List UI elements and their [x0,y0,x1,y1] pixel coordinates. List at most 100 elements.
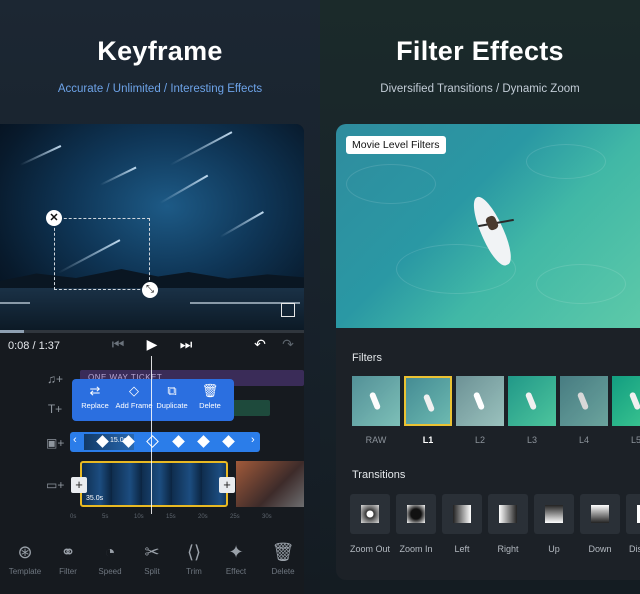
keyframe-marker-active[interactable] [146,435,159,448]
close-icon[interactable]: ✕ [46,210,62,226]
skip-back-icon[interactable]: ⏮ [108,336,128,353]
keyframe-selection-box[interactable] [54,218,150,290]
video-clip-duration: 35.0s [86,495,104,502]
trash-icon: 🗑 [271,542,295,562]
keyframe-title: Keyframe [97,36,223,66]
filters-heading: Filters [352,352,382,364]
transition-down[interactable] [580,494,620,534]
filter-l1[interactable] [404,376,452,426]
keyframe-subtitle: Accurate / Unlimited / Interesting Effec… [57,83,263,95]
ocean-preview[interactable]: Movie Level Filters [336,124,640,328]
tool-delete[interactable]: 🗑 Delete [262,540,304,576]
filter-icon: ⚭ [60,542,76,562]
ruler-tick: 5s [102,514,109,520]
tool-effect[interactable]: ✦ Effect [215,540,257,576]
play-icon[interactable]: ▶ [142,336,162,353]
transition-label: Zoom In [399,544,433,554]
replace-button[interactable]: ⇄ Replace [76,383,114,410]
playback-time: 0:08 / 1:37 [8,340,60,352]
filter-l3[interactable] [508,376,556,426]
filter-l2[interactable] [456,376,504,426]
tool-template[interactable]: ⊛ Template [4,540,46,576]
duplicate-button[interactable]: ⧉ Duplicate [153,383,191,410]
meteor-streak [159,174,209,204]
keyframe-marker[interactable] [197,435,210,448]
tool-split[interactable]: ✂ Split [131,540,173,576]
playback-progress[interactable] [0,330,304,333]
transition-label: Zoom Out [349,544,390,554]
filter-thumb-board [524,391,538,411]
left-icon [453,505,471,523]
filter-thumb-board [472,391,486,411]
trim-icon: ⟨⟩ [186,542,202,562]
add-clip-before-icon[interactable]: + [71,477,87,493]
ruler-tick: 30s [262,514,272,520]
transition-dissolve[interactable] [626,494,640,534]
transition-label: Right [497,544,519,554]
chevron-left-icon[interactable]: ‹ [73,434,77,446]
filter-thumb-board [422,393,436,413]
meteor-streak [219,211,264,238]
transitions-heading: Transitions [352,469,406,481]
video-track-icon[interactable]: ▭+ [46,478,64,492]
filter-label: L3 [526,435,537,445]
ruler-tick: 15s [166,514,176,520]
filter-label: L4 [578,435,589,445]
meteor-streak [99,166,137,186]
ruler-tick: 0s [70,514,77,520]
down-icon [591,505,609,523]
speed-icon: ◔ [104,542,116,562]
filter-effects-panel: Filter Effects Diversified Transitions /… [320,0,640,594]
filter-label: RAW [365,435,387,445]
filter-l5[interactable] [612,376,640,426]
text-track-icon[interactable]: T+ [46,402,64,416]
keyframe-marker[interactable] [172,435,185,448]
filter-effects-subtitle: Diversified Transitions / Dynamic Zoom [380,83,580,95]
replace-icon: ⇄ [89,383,101,398]
add-clip-after-icon[interactable]: + [219,477,235,493]
sticker-track-icon[interactable]: ▣+ [46,436,64,450]
keyframe-panel: Keyframe Accurate / Unlimited / Interest… [0,0,320,594]
video-preview[interactable]: ✕ ⤡ [0,124,304,330]
keyframe-marker[interactable] [222,435,235,448]
up-icon [545,505,563,523]
selected-video-clip[interactable]: 35.0s [80,461,228,507]
bottom-toolbar: ⊛ Template ⚭ Filter ◔ Speed ✂ Split ⟨⟩ T… [0,534,304,594]
clip-action-popup: ⇄ Replace ◇ Add Frame ⧉ Duplicate 🗑 Dele… [72,379,234,421]
transition-up[interactable] [534,494,574,534]
music-track-icon[interactable]: ♫+ [46,372,64,386]
meteor-streak [19,145,62,166]
delete-button[interactable]: 🗑 Delete [191,383,229,410]
transition-label: Up [548,544,560,554]
skip-forward-icon[interactable]: ⏭ [176,336,196,353]
transition-zoom-in[interactable] [396,494,436,534]
redo-icon[interactable]: ↷ [278,336,298,353]
next-video-clip[interactable] [236,461,304,507]
fullscreen-icon[interactable] [281,303,295,317]
tool-filter[interactable]: ⚭ Filter [47,540,89,576]
filter-label: L5 [630,435,640,445]
resize-handle-icon[interactable]: ⤡ [142,282,158,298]
filter-label: L2 [474,435,485,445]
split-icon: ✂ [144,542,160,562]
transition-label: Dissolve [628,544,640,554]
transition-label: Left [454,544,470,554]
water-ripple [526,144,606,179]
transition-left[interactable] [442,494,482,534]
undo-icon[interactable]: ↶ [250,336,270,353]
playhead[interactable] [151,356,152,514]
tool-speed[interactable]: ◔ Speed [89,540,131,576]
filter-effects-title: Filter Effects [396,36,564,66]
filter-l4[interactable] [560,376,608,426]
filter-raw[interactable] [352,376,400,426]
ruler-tick: 20s [198,514,208,520]
movie-level-filters-badge: Movie Level Filters [346,136,446,154]
transition-zoom-out[interactable] [350,494,390,534]
add-frame-button[interactable]: ◇ Add Frame [115,383,153,410]
tool-trim[interactable]: ⟨⟩ Trim [173,540,215,576]
playback-progress-fill [0,330,25,333]
transition-right[interactable] [488,494,528,534]
chevron-right-icon[interactable]: › [251,434,255,446]
right-icon [499,505,517,523]
keyframe-clip-track[interactable]: ‹ 15.0s › [70,432,260,452]
